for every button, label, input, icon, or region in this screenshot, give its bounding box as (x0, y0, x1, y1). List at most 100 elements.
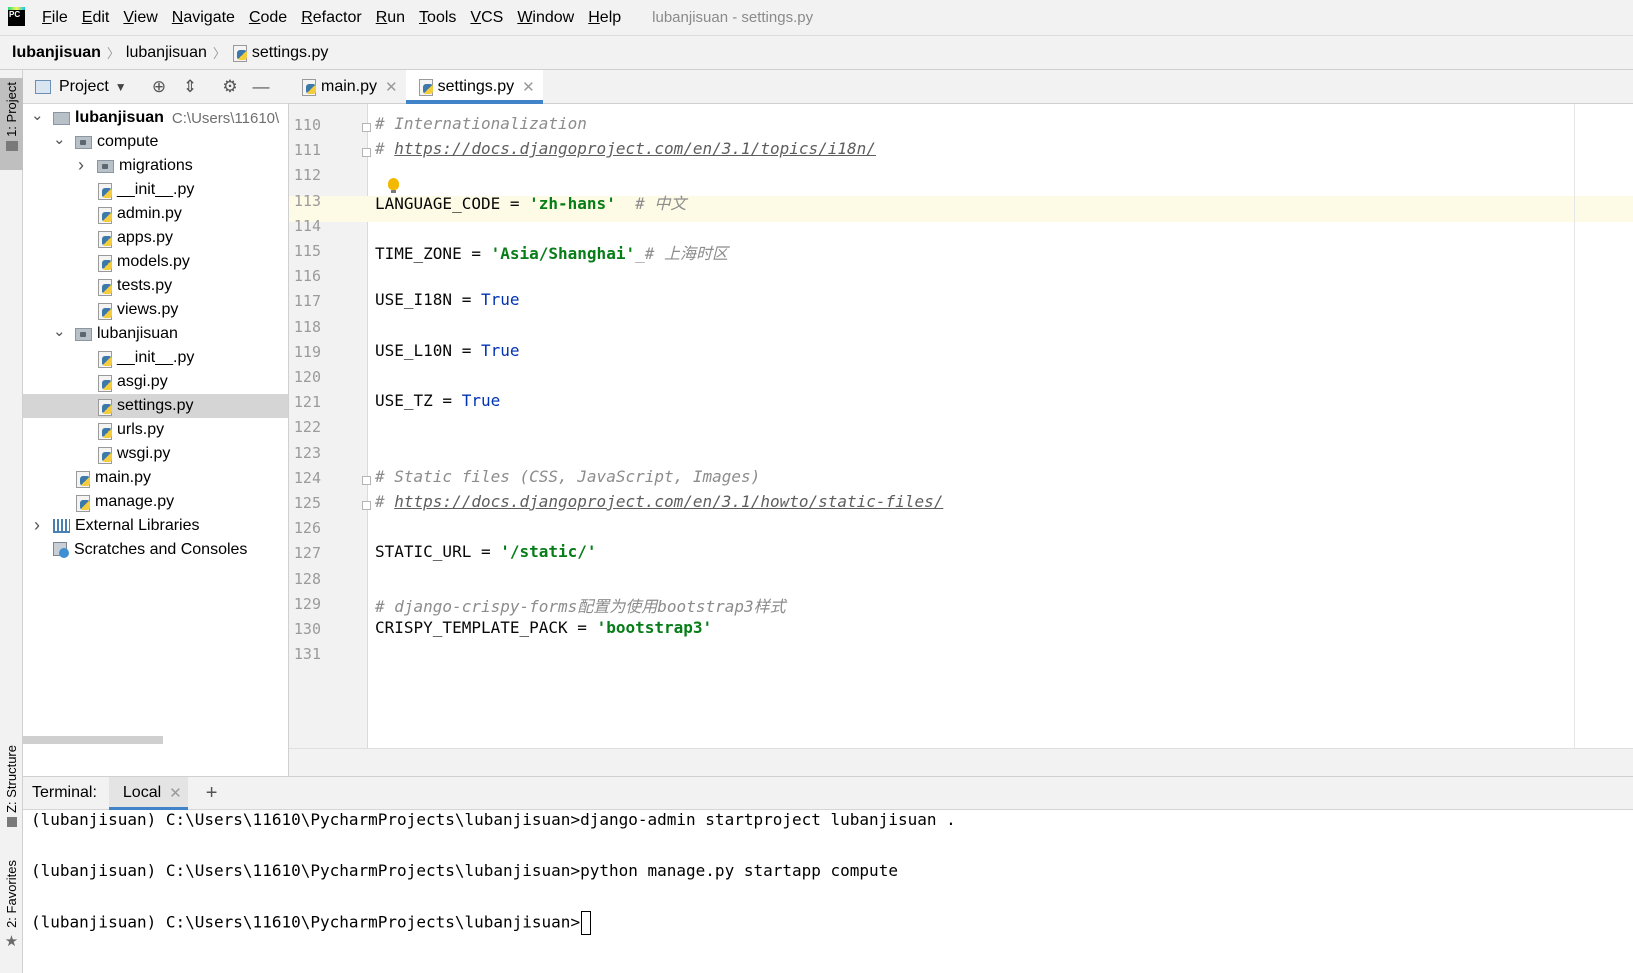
tree-item[interactable]: __init__.py (23, 346, 288, 370)
python-file-icon (418, 78, 434, 96)
tree-item[interactable]: ⌄ lubanjisuan (23, 322, 288, 346)
menu-window[interactable]: Window (510, 9, 581, 27)
line-number: 112 (293, 166, 321, 185)
tree-item-content: lubanjisuan (75, 325, 178, 343)
tool-window-project[interactable]: 1: Project (0, 78, 23, 170)
chevron-down-icon[interactable]: ⌄ (31, 106, 44, 124)
tree-item-label: models.py (117, 253, 190, 270)
tree-horizontal-scrollbar[interactable] (23, 736, 163, 744)
tool-window-structure-label: Z: Structure (4, 745, 19, 813)
crosshair-icon[interactable]: ⊕ (147, 70, 171, 104)
terminal-tab-local[interactable]: Local ✕ (108, 776, 188, 810)
menu-view[interactable]: View (116, 9, 164, 27)
code-line: # Internationalization (375, 114, 587, 133)
fold-marker-icon[interactable] (362, 123, 371, 132)
line-number: 116 (293, 267, 321, 286)
line-number: 120 (293, 368, 321, 386)
code-token-kw: True (480, 290, 520, 310)
menu-help[interactable]: Help (581, 9, 628, 27)
code-token-link[interactable]: https://docs.djangoproject.com/en/3.1/ho… (394, 492, 943, 511)
collapse-all-icon[interactable]: ⇕ (178, 70, 202, 104)
tree-item[interactable]: ⌄ lubanjisuan C:\Users\11610\ (23, 106, 288, 130)
chevron-down-icon[interactable]: ⌄ (53, 130, 66, 148)
tree-item[interactable]: urls.py (23, 418, 288, 442)
menu-tools[interactable]: Tools (412, 9, 463, 27)
menu-refactor[interactable]: Refactor (294, 9, 368, 27)
python-file-icon (97, 398, 113, 416)
gear-icon[interactable]: ⚙ (218, 70, 242, 104)
tree-item[interactable]: apps.py (23, 226, 288, 250)
project-panel-header: Project ▼ ⊕ ⇕ ⚙ — (23, 70, 289, 104)
fold-marker-icon[interactable] (362, 148, 371, 158)
close-icon[interactable]: ✕ (522, 78, 535, 96)
chevron-down-icon[interactable]: ▼ (115, 80, 127, 94)
line-number: 114 (293, 216, 321, 235)
tree-item[interactable]: asgi.py (23, 370, 288, 394)
add-terminal-icon[interactable]: + (206, 782, 218, 805)
tree-item[interactable]: models.py (23, 250, 288, 274)
line-number: 118 (293, 317, 321, 336)
tree-item[interactable]: › migrations (23, 154, 288, 178)
terminal-prompt-line[interactable]: (lubanjisuan) C:\Users\11610\PycharmProj… (31, 911, 592, 935)
menu-code[interactable]: Code (242, 9, 294, 27)
code-line: CRISPY_TEMPLATE_PACK = 'bootstrap3' (375, 618, 712, 637)
tree-item[interactable]: wsgi.py (23, 442, 288, 466)
breadcrumb-file-wrap[interactable]: settings.py (232, 44, 328, 62)
line-number: 110 (293, 116, 321, 134)
menu-vcs[interactable]: VCS (463, 9, 510, 27)
terminal-line: (lubanjisuan) C:\Users\11610\PycharmProj… (31, 861, 898, 880)
python-file-icon (97, 422, 113, 440)
code-token-link[interactable]: https://docs.djangoproject.com/en/3.1/to… (394, 139, 876, 158)
tab-settings-py[interactable]: settings.py ✕ (405, 70, 543, 104)
close-icon[interactable]: ✕ (169, 784, 182, 802)
tree-item[interactable]: Scratches and Consoles (23, 538, 288, 562)
terminal-header: Terminal: Local ✕ + (23, 776, 1633, 810)
code-token-comment: # 中文 (635, 193, 687, 213)
breadcrumb-package[interactable]: lubanjisuan (126, 44, 207, 62)
line-number: 119 (293, 342, 321, 361)
menu-run[interactable]: Run (369, 9, 412, 27)
line-number: 117 (293, 292, 321, 311)
fold-marker-icon[interactable] (362, 501, 371, 510)
tree-item[interactable]: settings.py (23, 394, 288, 418)
menu-edit[interactable]: Edit (75, 9, 117, 27)
tree-item[interactable]: tests.py (23, 274, 288, 298)
close-icon[interactable]: ✕ (385, 78, 398, 96)
project-window-icon (35, 79, 51, 94)
tree-item-content: migrations (97, 157, 193, 175)
breadcrumb-project[interactable]: lubanjisuan (12, 44, 101, 62)
tree-item-content: Scratches and Consoles (53, 541, 247, 559)
fold-marker-icon[interactable] (362, 475, 371, 485)
tree-item[interactable]: › External Libraries (23, 514, 288, 538)
menu-navigate[interactable]: Navigate (165, 9, 242, 27)
tab-main-py[interactable]: main.py ✕ (289, 70, 406, 103)
code-line: STATIC_URL = '/static/' (375, 542, 597, 561)
tree-item-content: __init__.py (97, 181, 194, 200)
python-file-icon (232, 44, 248, 62)
lightbulb-icon[interactable] (388, 178, 399, 193)
menu-file[interactable]: File (35, 9, 75, 27)
tree-item[interactable]: ⌄ compute (23, 130, 288, 154)
minimize-icon[interactable]: — (249, 70, 273, 104)
chevron-right-icon[interactable]: › (31, 515, 43, 536)
tree-item[interactable]: manage.py (23, 490, 288, 514)
code-line: # django-crispy-forms配置为使用bootstrap3样式 (375, 593, 786, 617)
left-tool-strip: 1: Project Z: Structure 2: Favorites ★ (0, 70, 23, 973)
chevron-right-icon[interactable]: › (75, 155, 87, 176)
code-token-plain: LANGUAGE_CODE = (375, 193, 530, 213)
python-file-icon (97, 302, 113, 320)
tree-item-label: wsgi.py (117, 445, 171, 462)
tool-window-favorites[interactable]: 2: Favorites ★ (0, 860, 23, 960)
tree-item[interactable]: __init__.py (23, 178, 288, 202)
scratch-icon (53, 542, 69, 558)
python-file-icon (301, 78, 317, 96)
project-view-selector[interactable]: Project (59, 78, 109, 96)
chevron-down-icon[interactable]: ⌄ (53, 322, 66, 340)
terminal-output[interactable]: (lubanjisuan) C:\Users\11610\PycharmProj… (23, 810, 1633, 973)
tree-item[interactable]: main.py (23, 466, 288, 490)
tree-item[interactable]: admin.py (23, 202, 288, 226)
menu-bar: PC File Edit View Navigate Code Refactor Run To… (0, 0, 1633, 35)
tool-window-project-label: 1: Project (4, 82, 19, 137)
tree-item[interactable]: views.py (23, 298, 288, 322)
tool-window-structure[interactable]: Z: Structure (0, 745, 23, 835)
